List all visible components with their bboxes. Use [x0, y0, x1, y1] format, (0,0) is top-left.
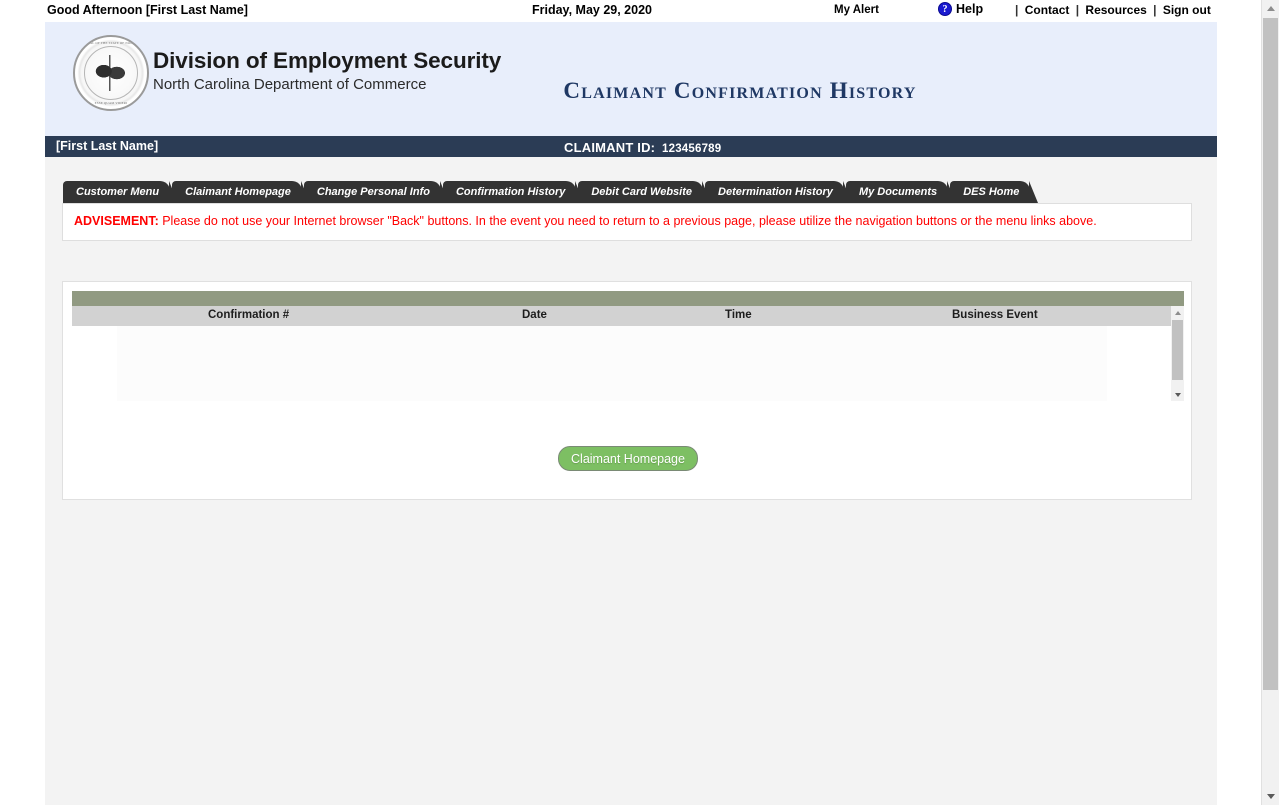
tab-label: My Documents: [858, 186, 938, 198]
advisement-panel: ADVISEMENT: Please do not use your Inter…: [62, 203, 1192, 241]
page-vertical-scrollbar[interactable]: [1261, 0, 1279, 805]
top-links: | Contact | Resources | Sign out: [1012, 3, 1211, 17]
grid-body-empty: [72, 326, 1184, 401]
confirmation-history-panel: Confirmation # Date Time Business Event …: [62, 281, 1192, 500]
tab-claimant-homepage[interactable]: Claimant Homepage: [172, 181, 310, 203]
greeting-text: Good Afternoon: [47, 3, 143, 17]
grid-scroll-thumb[interactable]: [1172, 320, 1183, 380]
agency-branding: Division of Employment Security North Ca…: [153, 48, 501, 95]
greeting-user-name: [First Last Name]: [145, 3, 248, 17]
grid-scroll-down-arrow-icon[interactable]: [1171, 388, 1184, 401]
my-alert-link[interactable]: My Alert: [834, 4, 879, 16]
contact-link[interactable]: Contact: [1025, 3, 1070, 17]
link-separator-2: |: [1075, 3, 1080, 17]
page-scroll-thumb[interactable]: [1263, 18, 1278, 690]
seal-bottom-text: ESSE QUAM VIDERI: [94, 101, 128, 105]
advisement-text: Please do not use your Internet browser …: [158, 214, 1097, 228]
tab-my-documents[interactable]: My Documents: [845, 181, 957, 203]
advisement-label: ADVISEMENT:: [74, 214, 159, 228]
claimant-id-value: 123456789: [662, 143, 722, 155]
claimant-id: CLAIMANT ID: 123456789: [564, 140, 721, 155]
tab-label: DES Home: [963, 186, 1020, 198]
grid-title-bar: [72, 291, 1184, 306]
tab-label: Customer Menu: [76, 186, 160, 198]
claimant-homepage-button[interactable]: Claimant Homepage: [558, 446, 698, 471]
page-title: Claimant Confirmation History: [563, 78, 917, 103]
page-scroll-down-arrow-icon[interactable]: [1262, 788, 1279, 805]
tab-label: Change Personal Info: [316, 186, 430, 198]
tab-des-home[interactable]: DES Home: [950, 181, 1039, 203]
tab-label: Confirmation History: [455, 186, 566, 198]
tab-label: Debit Card Website: [591, 186, 693, 198]
grid-vertical-scrollbar[interactable]: [1171, 306, 1184, 401]
tab-determination-history[interactable]: Determination History: [705, 181, 852, 203]
question-circle-icon: ?: [938, 2, 952, 16]
tab-label: Claimant Homepage: [185, 186, 291, 198]
tab-confirmation-history[interactable]: Confirmation History: [442, 181, 585, 203]
sign-out-link[interactable]: Sign out: [1163, 3, 1211, 17]
help-link[interactable]: Help: [956, 2, 983, 16]
help-group[interactable]: ? Help: [938, 2, 983, 16]
page-scroll-up-arrow-icon[interactable]: [1262, 0, 1279, 17]
grid-rows-container: [117, 326, 1107, 401]
site-header-band: THE GREAT SEAL OF THE STATE OF NORTH CAR…: [45, 22, 1217, 136]
claimant-info-bar: [First Last Name] CLAIMANT ID: 123456789: [45, 136, 1217, 157]
main-content-area: Customer Menu Claimant Homepage Change P…: [45, 157, 1217, 805]
seal-top-text: THE GREAT SEAL OF THE STATE OF NORTH CAR…: [73, 41, 148, 45]
claimant-id-label: CLAIMANT ID:: [564, 140, 656, 155]
tab-customer-menu[interactable]: Customer Menu: [63, 181, 179, 203]
navigation-tabs: Customer Menu Claimant Homepage Change P…: [63, 181, 1039, 203]
column-header-time: Time: [725, 309, 752, 321]
claimant-name: [First Last Name]: [56, 139, 159, 153]
link-separator-3: |: [1153, 3, 1157, 17]
current-date: Friday, May 29, 2020: [532, 3, 652, 17]
tab-debit-card-website[interactable]: Debit Card Website: [578, 181, 711, 203]
seal-ring-text: THE GREAT SEAL OF THE STATE OF NORTH CAR…: [75, 37, 147, 109]
column-header-date: Date: [522, 309, 547, 321]
link-separator-1: |: [1015, 3, 1019, 17]
confirmation-history-grid: Confirmation # Date Time Business Event: [72, 291, 1184, 401]
column-header-business-event: Business Event: [952, 309, 1038, 321]
agency-department: North Carolina Department of Commerce: [153, 76, 427, 93]
agency-name: Division of Employment Security: [153, 48, 502, 73]
column-header-confirmation-number: Confirmation #: [208, 309, 290, 321]
tab-label: Determination History: [718, 186, 833, 198]
nc-state-seal-icon: THE GREAT SEAL OF THE STATE OF NORTH CAR…: [73, 35, 149, 111]
resources-link[interactable]: Resources: [1085, 3, 1146, 17]
greeting: Good Afternoon [First Last Name]: [47, 3, 248, 17]
grid-header-row: Confirmation # Date Time Business Event: [72, 306, 1184, 326]
grid-scroll-up-arrow-icon[interactable]: [1171, 306, 1184, 319]
top-utility-bar: Good Afternoon [First Last Name] Friday,…: [0, 0, 1262, 22]
tab-change-personal-info[interactable]: Change Personal Info: [303, 181, 450, 203]
